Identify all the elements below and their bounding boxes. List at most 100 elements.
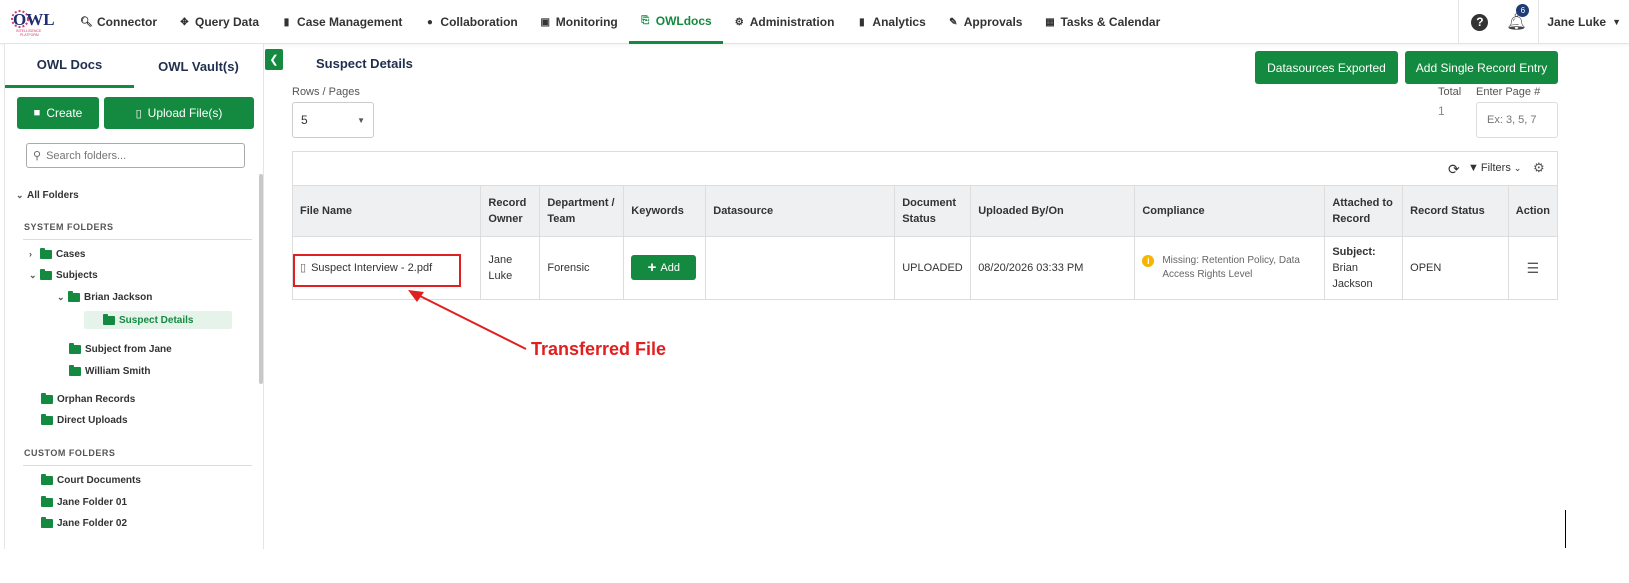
tree-orphan-records[interactable]: Orphan Records <box>41 390 135 408</box>
compliance-warning: i Missing: Retention Policy, Data Access… <box>1142 254 1317 282</box>
svg-text:PLATFORM: PLATFORM <box>20 33 39 37</box>
tree-brian-jackson[interactable]: ⌄ Brian Jackson <box>57 288 152 306</box>
col-datasource[interactable]: Datasource <box>705 186 896 237</box>
notifications-button[interactable]: 🔔︎ 6 <box>1506 4 1530 32</box>
folder-icon <box>41 495 53 507</box>
monitor-icon: ▣ <box>540 16 550 28</box>
nav-monitoring[interactable]: ▣ Monitoring <box>529 0 629 44</box>
folder-open-icon <box>68 290 80 302</box>
annotation-highlight-box <box>293 254 461 287</box>
cell-department-team: Forensic <box>539 236 625 299</box>
id-card-icon: ▮ <box>283 16 290 28</box>
stamp-icon: ✎ <box>949 16 958 28</box>
tree-direct-uploads[interactable]: Direct Uploads <box>41 411 128 429</box>
nav-approvals[interactable]: ✎ Approvals <box>937 0 1034 44</box>
refresh-icon[interactable]: ⟳ <box>1448 161 1460 178</box>
nav-administration[interactable]: ⚙ Administration <box>723 0 846 44</box>
folder-sidebar: OWL Docs OWL Vault(s) ■ Create ▯ Upload Fi… <box>4 44 264 549</box>
user-menu[interactable]: Jane Luke ▼ <box>1539 15 1629 29</box>
nav-collaboration[interactable]: ● Collaboration <box>413 0 528 44</box>
collapse-sidebar-button[interactable]: ❮ <box>265 49 283 70</box>
col-department-team[interactable]: Department / Team <box>539 186 625 237</box>
col-file-name[interactable]: File Name <box>293 186 482 237</box>
col-uploaded-by-on[interactable]: Uploaded By/On <box>970 186 1136 237</box>
col-attached-to-record[interactable]: Attached to Record <box>1324 186 1404 237</box>
tree-all-folders[interactable]: ⌄ All Folders <box>16 186 79 204</box>
col-action: Action <box>1508 186 1557 237</box>
upload-files-button[interactable]: ▯ Upload File(s) <box>104 97 254 129</box>
caret-down-icon: ▼ <box>1612 17 1621 27</box>
col-record-status[interactable]: Record Status <box>1402 186 1509 237</box>
tab-owl-vaults[interactable]: OWL Vault(s) <box>134 44 263 88</box>
col-keywords[interactable]: Keywords <box>623 186 707 237</box>
calendar-icon: ▦ <box>1045 16 1055 28</box>
cell-compliance: i Missing: Retention Policy, Data Access… <box>1134 236 1326 299</box>
main-menu: 🔍︎ Connector ✥ Query Data ▮ Case Management… <box>70 0 1171 44</box>
add-keyword-button[interactable]: + Add <box>631 255 697 281</box>
create-button[interactable]: ■ Create <box>17 97 99 129</box>
add-single-record-button[interactable]: Add Single Record Entry <box>1405 51 1558 84</box>
nav-case-management[interactable]: ▮ Case Management <box>270 0 413 44</box>
cell-attached-to-record: Subject: Brian Jackson <box>1324 236 1404 299</box>
file-chart-icon: ▮ <box>859 16 865 28</box>
enter-page-input[interactable] <box>1476 102 1558 138</box>
file-export-icon: ⎘ <box>641 15 650 26</box>
rows-per-page-select[interactable]: 5 ▼ <box>292 102 374 138</box>
hamburger-menu-icon[interactable]: ☰ <box>1516 260 1550 276</box>
folder-search-input[interactable] <box>46 149 237 162</box>
nav-analytics[interactable]: ▮ Analytics <box>845 0 936 44</box>
tree-suspect-details[interactable]: Suspect Details <box>103 311 193 329</box>
owl-logo[interactable]: OWL INTELLIGENCE PLATFORM <box>10 5 60 39</box>
folder-icon <box>41 473 53 485</box>
svg-text:OWL: OWL <box>13 10 55 29</box>
attached-name[interactable]: Brian Jackson <box>1332 260 1395 292</box>
nav-tasks-calendar[interactable]: ▦ Tasks & Calendar <box>1033 0 1171 44</box>
nav-divider <box>1458 0 1460 44</box>
records-grid: File Name Record Owner Department / Team… <box>293 186 1557 299</box>
top-nav: OWL INTELLIGENCE PLATFORM 🔍︎ Connector ✥ Q… <box>0 0 1629 44</box>
enter-page-label: Enter Page # <box>1476 86 1541 98</box>
search-icon: ⚲ <box>33 150 42 162</box>
help-icon[interactable]: ? <box>1471 13 1489 31</box>
table-header-row: File Name Record Owner Department / Team… <box>293 186 1557 237</box>
nav-query-data[interactable]: ✥ Query Data <box>168 0 270 44</box>
total-value: 1 <box>1438 104 1445 118</box>
tree-subjects[interactable]: ⌄ Subjects <box>29 266 98 284</box>
sidebar-scrollbar[interactable] <box>259 174 263 384</box>
chevron-down-icon: ⌄ <box>29 269 37 280</box>
attached-prefix: Subject: <box>1332 245 1376 258</box>
filters-button[interactable]: ▼ Filters ⌄ <box>1468 162 1521 174</box>
nav-owldocs[interactable]: ⎘ OWLdocs <box>628 0 723 44</box>
cell-action: ☰ <box>1508 236 1557 299</box>
owl-logo-mark: OWL INTELLIGENCE PLATFORM <box>11 10 55 37</box>
tree-cases[interactable]: › Cases <box>29 245 85 263</box>
search-icon: 🔍︎ <box>80 16 93 28</box>
col-compliance[interactable]: Compliance <box>1134 186 1326 237</box>
col-document-status[interactable]: Document Status <box>894 186 972 237</box>
tree-jane-folder-01[interactable]: Jane Folder 01 <box>41 493 127 511</box>
file-pdf-icon: ▯ <box>135 107 142 120</box>
custom-folders-label: CUSTOM FOLDERS <box>24 448 116 458</box>
cell-uploaded-by-on: 08/20/2026 03:33 PM <box>970 236 1136 299</box>
nav-right: ? 🔔︎ 6 Jane Luke ▼ <box>1458 0 1629 44</box>
table-toolbar: ⟳ ▼ Filters ⌄ ⚙ <box>293 152 1557 186</box>
tree-william-smith[interactable]: William Smith <box>69 362 150 380</box>
folder-icon <box>41 516 53 528</box>
col-record-owner[interactable]: Record Owner <box>480 186 541 237</box>
annotation-arrow <box>408 290 527 350</box>
records-table: ⟳ ▼ Filters ⌄ ⚙ File Name Record Owner Dep… <box>292 151 1558 300</box>
folder-open-icon <box>103 313 115 325</box>
section-divider <box>23 465 252 466</box>
gear-icon[interactable]: ⚙ <box>1533 160 1545 176</box>
cell-record-status: OPEN <box>1402 236 1509 299</box>
plus-icon: + <box>647 259 657 277</box>
nav-connector[interactable]: 🔍︎ Connector <box>70 0 168 44</box>
datasources-exported-button[interactable]: Datasources Exported <box>1255 51 1398 84</box>
tab-owl-docs[interactable]: OWL Docs <box>5 44 134 88</box>
rows-pages-label: Rows / Pages <box>292 86 360 98</box>
tree-court-documents[interactable]: Court Documents <box>41 471 141 489</box>
folder-icon <box>69 364 81 376</box>
folder-icon <box>40 247 52 259</box>
tree-subject-from-jane[interactable]: Subject from Jane <box>69 340 172 358</box>
tree-jane-folder-02[interactable]: Jane Folder 02 <box>41 514 127 532</box>
